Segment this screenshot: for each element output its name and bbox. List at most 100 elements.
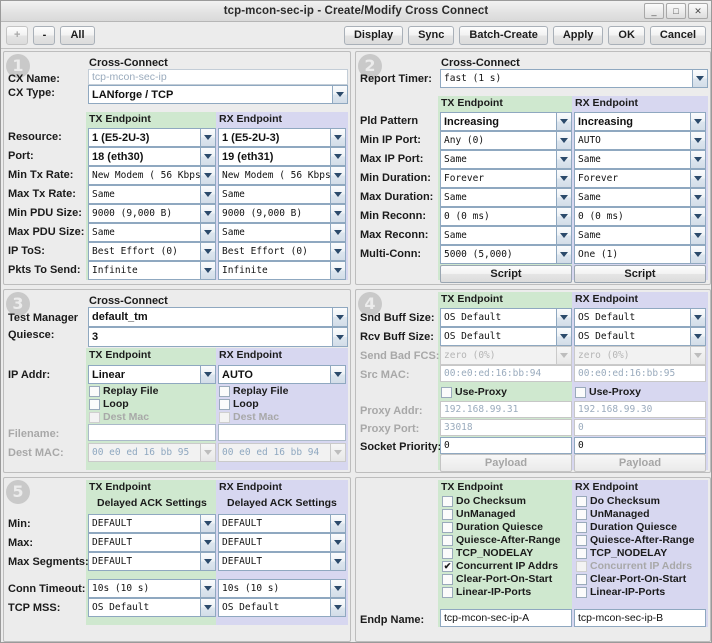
chevron-down-icon[interactable] [200, 166, 216, 185]
use-proxy-rx-checkbox[interactable]: Use-Proxy [575, 386, 641, 398]
delayed-ack-max-tx-select[interactable]: DEFAULT [88, 533, 216, 552]
socket-priority-tx-input[interactable]: 0 [440, 437, 572, 454]
chevron-down-icon[interactable] [330, 128, 346, 147]
chevron-down-icon[interactable] [330, 579, 346, 598]
min-tx-rate-rx-select[interactable]: New Modem ( 56 Kbps ) [218, 166, 346, 185]
chevron-down-icon[interactable] [200, 514, 216, 533]
chevron-down-icon[interactable] [556, 131, 572, 150]
chevron-down-icon[interactable] [330, 185, 346, 204]
chevron-down-icon[interactable] [330, 204, 346, 223]
loop-tx-checkbox[interactable]: Loop [89, 398, 129, 410]
chevron-down-icon[interactable] [690, 150, 706, 169]
ip-tos-tx-select[interactable]: Best Effort (0) [88, 242, 216, 261]
delayed-ack-min-rx-select[interactable]: DEFAULT [218, 514, 346, 533]
batch-create-button[interactable]: Batch-Create [459, 25, 548, 45]
multi-conn-rx-select[interactable]: One (1) [574, 245, 706, 264]
max-segments-rx-select[interactable]: DEFAULT [218, 552, 346, 571]
ip-addr-tx-select[interactable]: Linear [88, 365, 216, 384]
quiesce-select[interactable]: 3 [88, 327, 348, 347]
sync-button[interactable]: Sync [408, 25, 455, 45]
min-tx-rate-tx-select[interactable]: New Modem ( 56 Kbps ) [88, 166, 216, 185]
remove-button[interactable]: - [33, 25, 56, 45]
max-duration-rx-select[interactable]: Same [574, 188, 706, 207]
test-manager-select[interactable]: default_tm [88, 307, 348, 327]
maximize-icon[interactable]: □ [666, 3, 686, 19]
duration-quiesce-rx-checkbox[interactable]: Duration Quiesce [576, 521, 677, 533]
chevron-down-icon[interactable] [330, 242, 346, 261]
filename-tx-input[interactable] [88, 424, 216, 441]
ip-tos-rx-select[interactable]: Best Effort (0) [218, 242, 346, 261]
port-rx-select[interactable]: 19 (eth31) [218, 147, 346, 166]
chevron-down-icon[interactable] [690, 346, 706, 365]
do-checksum-rx-checkbox[interactable]: Do Checksum [576, 495, 660, 507]
duration-quiesce-tx-checkbox[interactable]: Duration Quiesce [442, 521, 543, 533]
chevron-down-icon[interactable] [556, 308, 572, 327]
chevron-down-icon[interactable] [556, 245, 572, 264]
add-button[interactable]: + [6, 25, 29, 45]
chevron-down-icon[interactable] [332, 307, 348, 327]
chevron-down-icon[interactable] [332, 85, 348, 104]
replay-file-rx-checkbox[interactable]: Replay File [219, 385, 288, 397]
send-bad-fcs-tx-select[interactable]: zero (0%) [440, 346, 572, 365]
chevron-down-icon[interactable] [330, 261, 346, 280]
chevron-down-icon[interactable] [690, 308, 706, 327]
max-reconn-tx-select[interactable]: Same [440, 226, 572, 245]
max-segments-tx-select[interactable]: DEFAULT [88, 552, 216, 571]
pld-pattern-rx-select[interactable]: Increasing [574, 112, 706, 131]
concurrent-ip-addrs-tx-checkbox[interactable]: Concurrent IP Addrs [442, 560, 558, 572]
dest-mac-rx-checkbox[interactable]: Dest Mac [219, 411, 279, 423]
chevron-down-icon[interactable] [690, 226, 706, 245]
chevron-down-icon[interactable] [200, 552, 216, 571]
port-tx-select[interactable]: 18 (eth30) [88, 147, 216, 166]
quiesce-after-range-rx-checkbox[interactable]: Quiesce-After-Range [576, 534, 694, 546]
tcp-nodelay-tx-checkbox[interactable]: TCP_NODELAY [442, 547, 533, 559]
use-proxy-tx-checkbox[interactable]: Use-Proxy [441, 386, 507, 398]
multi-conn-tx-select[interactable]: 5000 (5,000) [440, 245, 572, 264]
cx-type-select[interactable]: LANforge / TCP [88, 85, 348, 104]
cx-name-input[interactable]: tcp-mcon-sec-ip [88, 69, 348, 85]
display-button[interactable]: Display [343, 25, 404, 45]
cancel-button[interactable]: Cancel [649, 25, 706, 45]
replay-file-tx-checkbox[interactable]: Replay File [89, 385, 158, 397]
chevron-down-icon[interactable] [200, 242, 216, 261]
concurrent-ip-addrs-rx-checkbox[interactable]: Concurrent IP Addrs [576, 560, 692, 572]
all-button[interactable]: All [60, 25, 95, 45]
snd-buff-size-rx-select[interactable]: OS Default [574, 308, 706, 327]
dest-mac-tx-select[interactable]: 00 e0 ed 16 bb 95 [88, 443, 216, 462]
min-duration-rx-select[interactable]: Forever [574, 169, 706, 188]
do-checksum-tx-checkbox[interactable]: Do Checksum [442, 495, 526, 507]
min-ip-port-rx-select[interactable]: AUTO [574, 131, 706, 150]
conn-timeout-tx-select[interactable]: 10s (10 s) [88, 579, 216, 598]
chevron-down-icon[interactable] [556, 346, 572, 365]
chevron-down-icon[interactable] [690, 169, 706, 188]
unmanaged-tx-checkbox[interactable]: UnManaged [442, 508, 516, 520]
send-bad-fcs-rx-select[interactable]: zero (0%) [574, 346, 706, 365]
chevron-down-icon[interactable] [556, 327, 572, 346]
delayed-ack-max-rx-select[interactable]: DEFAULT [218, 533, 346, 552]
minimize-icon[interactable]: _ [644, 3, 664, 19]
pkts-to-send-tx-select[interactable]: Infinite [88, 261, 216, 280]
pld-pattern-tx-select[interactable]: Increasing [440, 112, 572, 131]
chevron-down-icon[interactable] [200, 365, 216, 384]
tcp-mss-rx-select[interactable]: OS Default [218, 598, 346, 617]
endp-name-rx-input[interactable]: tcp-mcon-sec-ip-B [574, 609, 706, 627]
chevron-down-icon[interactable] [690, 188, 706, 207]
conn-timeout-rx-select[interactable]: 10s (10 s) [218, 579, 346, 598]
ok-button[interactable]: OK [608, 25, 645, 45]
chevron-down-icon[interactable] [330, 514, 346, 533]
rcv-buff-size-rx-select[interactable]: OS Default [574, 327, 706, 346]
chevron-down-icon[interactable] [330, 223, 346, 242]
filename-rx-input[interactable] [218, 424, 346, 441]
payload-tx-button[interactable]: Payload [440, 454, 572, 472]
chevron-down-icon[interactable] [556, 207, 572, 226]
max-ip-port-rx-select[interactable]: Same [574, 150, 706, 169]
chevron-down-icon[interactable] [200, 598, 216, 617]
chevron-down-icon[interactable] [200, 261, 216, 280]
dest-mac-rx-select[interactable]: 00 e0 ed 16 bb 94 [218, 443, 346, 462]
resource-rx-select[interactable]: 1 (E5-2U-3) [218, 128, 346, 147]
min-pdu-size-tx-select[interactable]: 9000 (9,000 B) [88, 204, 216, 223]
max-tx-rate-tx-select[interactable]: Same [88, 185, 216, 204]
min-pdu-size-rx-select[interactable]: 9000 (9,000 B) [218, 204, 346, 223]
chevron-down-icon[interactable] [200, 185, 216, 204]
linear-ip-ports-rx-checkbox[interactable]: Linear-IP-Ports [576, 586, 665, 598]
